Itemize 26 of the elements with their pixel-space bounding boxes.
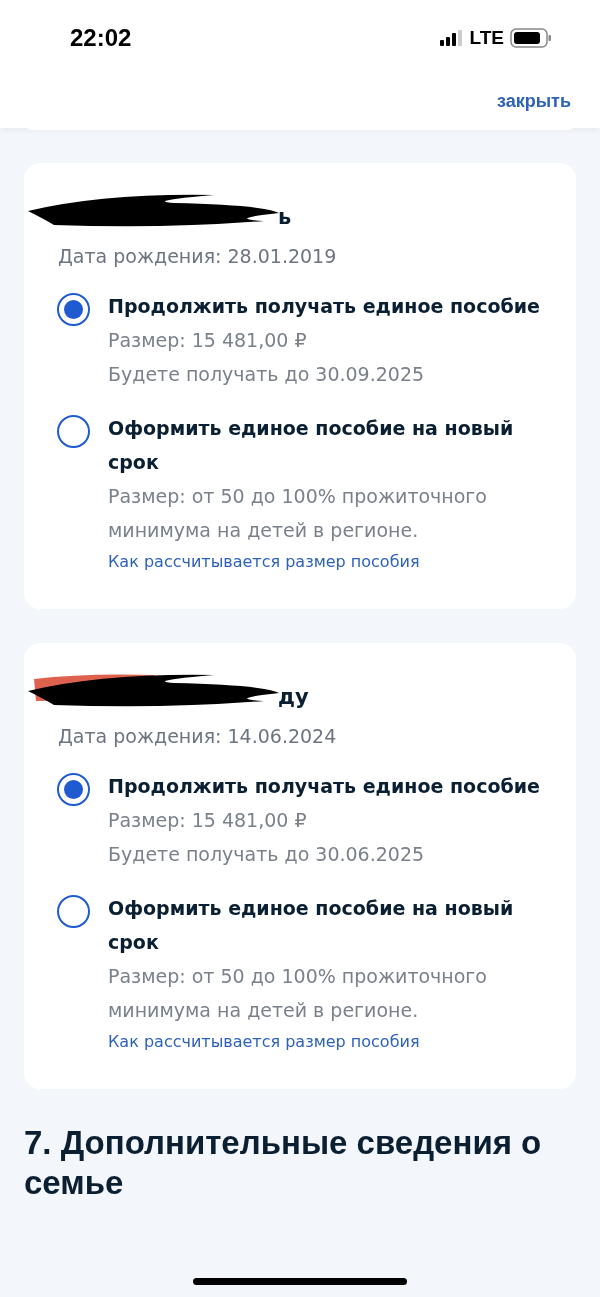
radio-button[interactable] [57, 415, 90, 448]
option-title: Оформить единое пособие на новый срок [108, 896, 515, 955]
radio-button[interactable] [57, 895, 90, 928]
option-title: Продолжить получать единое пособие [108, 774, 540, 799]
birth-date: Дата рождения: 14.06.2024 [57, 725, 338, 747]
birth-date: Дата рождения: 28.01.2019 [57, 245, 338, 267]
option-detail: Размер: от 50 до 100% прожиточного минимума на детей в регионе. [108, 964, 488, 1023]
child-name: ду [278, 685, 309, 709]
option-detail: Размер: 15 481,00 ₽ [108, 328, 308, 353]
option-title: Продолжить получать единое пособие [108, 294, 540, 319]
option-title: Оформить единое пособие на новый срок [108, 416, 515, 475]
signal-icon [439, 29, 464, 46]
info-link[interactable]: Как рассчитывается размер пособия [108, 547, 556, 577]
info-link[interactable]: Как рассчитывается размер пособия [108, 1027, 556, 1057]
radio-button[interactable] [57, 293, 90, 326]
child-name: ь [278, 205, 292, 229]
close-link[interactable]: закрыть [497, 91, 571, 112]
radio-button[interactable] [57, 773, 90, 806]
status-time: 22:02 [70, 23, 132, 52]
option-detail: Размер: от 50 до 100% прожиточного минимума на детей в регионе. [108, 484, 488, 543]
option-detail: Размер: 15 481,00 ₽ [108, 808, 308, 833]
battery-icon [510, 27, 552, 48]
option-detail: Будете получать до 30.09.2025 [108, 362, 426, 387]
section-heading: 7. Дополнительные сведения о семье [24, 1123, 543, 1203]
option-detail: Будете получать до 30.06.2025 [108, 842, 426, 867]
network-label: LTE [469, 26, 504, 49]
